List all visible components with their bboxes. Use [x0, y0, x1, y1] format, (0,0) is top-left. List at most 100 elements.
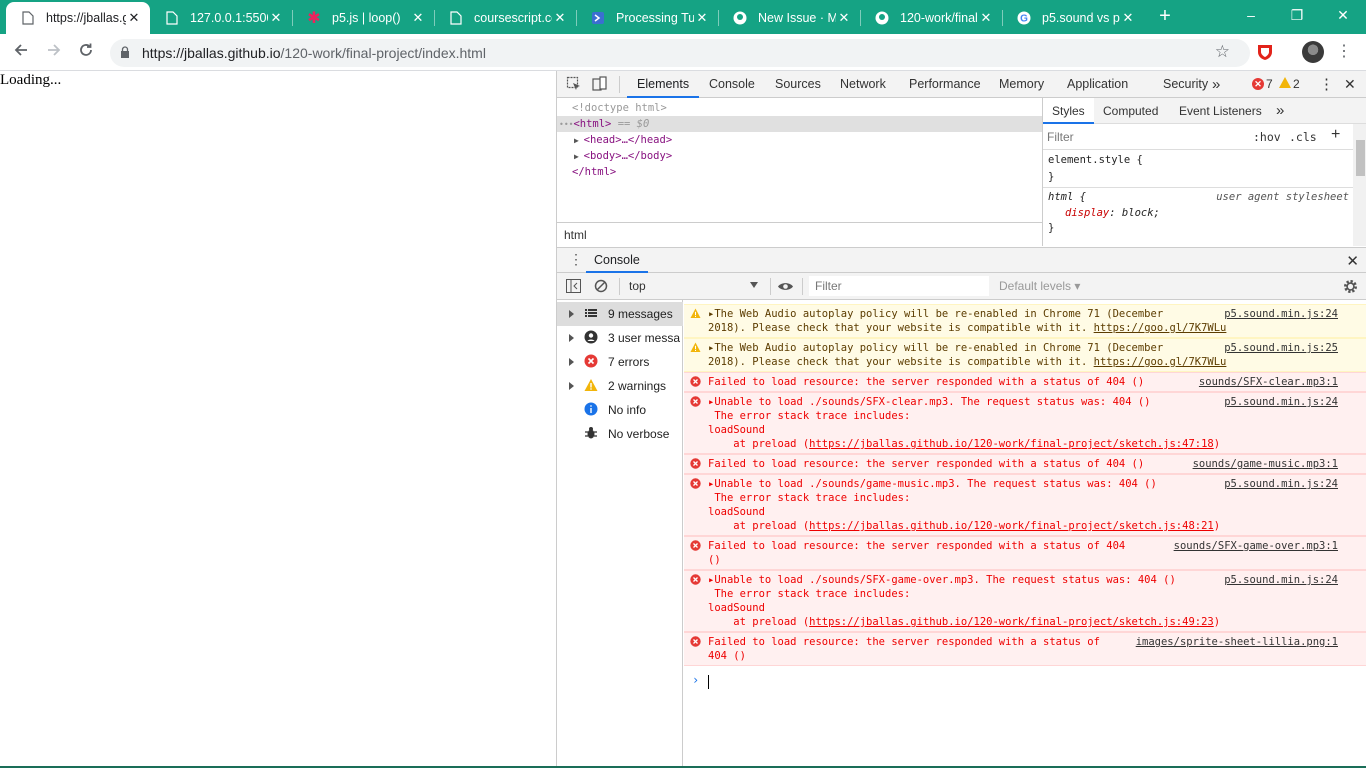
shield-extension-icon[interactable] [1255, 42, 1275, 62]
tab-console[interactable]: Console [709, 71, 755, 98]
close-window-button[interactable]: ✕ [1328, 4, 1358, 26]
html-close-node[interactable]: </html> [557, 164, 1042, 180]
console-warning-message[interactable]: ▸The Web Audio autoplay policy will be r… [684, 338, 1366, 372]
close-tab-icon[interactable]: ✕ [694, 10, 710, 26]
hov-toggle[interactable]: :hov [1253, 130, 1281, 144]
close-tab-icon[interactable]: ✕ [552, 10, 568, 26]
close-drawer-icon[interactable]: ✕ [1346, 252, 1359, 270]
profile-avatar[interactable] [1302, 41, 1324, 63]
sidebar-item-warnings[interactable]: 2 warnings [557, 374, 683, 398]
close-tab-icon[interactable]: ✕ [1120, 10, 1136, 26]
close-devtools-icon[interactable]: ✕ [1344, 71, 1356, 98]
tab-p5-loop[interactable]: ✱ p5.js | loop() ✕ [292, 2, 434, 34]
console-error-message[interactable]: Failed to load resource: the server resp… [684, 632, 1366, 666]
sidebar-item-user-messages[interactable]: 3 user messages [557, 326, 683, 350]
sidebar-item-errors[interactable]: 7 errors [557, 350, 683, 374]
expand-arrow-icon[interactable]: ▶ [574, 152, 584, 161]
styles-filter-input[interactable]: Filter [1047, 130, 1074, 144]
message-link[interactable]: https://jballas.github.io/120-work/final… [809, 438, 1214, 450]
console-error-message[interactable]: ▸Unable to load ./sounds/SFX-clear.mp3. … [684, 392, 1366, 454]
tab-memory[interactable]: Memory [999, 71, 1044, 98]
message-source-link[interactable]: sounds/SFX-game-over.mp3:1 [1174, 539, 1338, 553]
tab-sources[interactable]: Sources [775, 71, 821, 98]
message-link[interactable]: https://goo.gl/7K7WLu [1094, 322, 1227, 334]
console-error-message[interactable]: Failed to load resource: the server resp… [684, 454, 1366, 474]
warning-count[interactable]: 2 [1293, 71, 1300, 98]
tab-coursescript[interactable]: coursescript.com ✕ [434, 2, 576, 34]
message-source-link[interactable]: sounds/SFX-clear.mp3:1 [1199, 375, 1338, 389]
html-rule-selector[interactable]: html { [1048, 191, 1086, 203]
address-bar[interactable]: https://jballas.github.io/120-work/final… [110, 39, 1250, 67]
reload-button[interactable] [74, 41, 98, 65]
tab-p5-sound[interactable]: G p5.sound vs p5 ✕ [1002, 2, 1144, 34]
close-tab-icon[interactable]: ✕ [410, 10, 426, 26]
body-node[interactable]: ▶ <body>…</body> [557, 148, 1042, 164]
tab-network[interactable]: Network [840, 71, 886, 98]
message-source-link[interactable]: p5.sound.min.js:24 [1224, 573, 1338, 587]
console-warning-message[interactable]: ▸The Web Audio autoplay policy will be r… [684, 304, 1366, 338]
sidebar-item-verbose[interactable]: No verbose [557, 422, 683, 446]
sidebar-toggle-icon[interactable] [566, 279, 581, 293]
close-tab-icon[interactable]: ✕ [126, 10, 142, 26]
tab-event-listeners[interactable]: Event Listeners [1179, 98, 1262, 124]
console-error-message[interactable]: Failed to load resource: the server resp… [684, 536, 1366, 570]
console-error-message[interactable]: ▸Unable to load ./sounds/game-music.mp3.… [684, 474, 1366, 536]
back-button[interactable] [9, 41, 33, 65]
new-style-rule-icon[interactable]: + [1331, 126, 1340, 144]
error-count-icon[interactable]: ✕ [1252, 78, 1264, 90]
close-tab-icon[interactable]: ✕ [978, 10, 994, 26]
console-error-message[interactable]: Failed to load resource: the server resp… [684, 372, 1366, 392]
devtools-menu-icon[interactable]: ⋮ [1319, 71, 1334, 98]
warning-count-icon[interactable] [1279, 77, 1291, 88]
new-tab-button[interactable]: + [1155, 6, 1175, 26]
drawer-menu-icon[interactable]: ⋮ [569, 251, 583, 268]
error-count[interactable]: 7 [1266, 71, 1273, 98]
message-source-link[interactable]: p5.sound.min.js:24 [1224, 477, 1338, 491]
restore-button[interactable]: ❐ [1282, 4, 1312, 26]
message-link[interactable]: https://jballas.github.io/120-work/final… [809, 520, 1214, 532]
message-source-link[interactable]: p5.sound.min.js:24 [1224, 307, 1338, 321]
bookmark-star-icon[interactable]: ☆ [1215, 42, 1230, 62]
tab-localhost[interactable]: 127.0.0.1:5500/ ✕ [150, 2, 292, 34]
message-source-link[interactable]: images/sprite-sheet-lillia.png:1 [1136, 635, 1338, 649]
inspect-element-icon[interactable] [566, 76, 582, 92]
html-node[interactable]: •••<html> == $0 [557, 116, 1042, 132]
head-node[interactable]: ▶ <head>…</head> [557, 132, 1042, 148]
tab-performance[interactable]: Performance [909, 71, 981, 98]
message-link[interactable]: https://jballas.github.io/120-work/final… [809, 616, 1214, 628]
tab-security[interactable]: Security [1163, 71, 1208, 98]
console-error-message[interactable]: ▸Unable to load ./sounds/SFX-game-over.m… [684, 570, 1366, 632]
expand-arrow-icon[interactable]: ▶ [574, 136, 584, 145]
clear-console-icon[interactable] [594, 279, 608, 293]
gear-icon[interactable] [1343, 279, 1358, 294]
minimize-button[interactable]: – [1236, 4, 1266, 26]
forward-button[interactable] [42, 41, 66, 65]
expand-arrow-icon[interactable] [569, 310, 574, 318]
tab-application[interactable]: Application [1067, 71, 1128, 98]
log-levels-dropdown[interactable]: Default levels ▾ [999, 273, 1080, 300]
message-source-link[interactable]: p5.sound.min.js:24 [1224, 395, 1338, 409]
drawer-tab-console[interactable]: Console [586, 248, 648, 273]
expand-arrow-icon[interactable] [569, 382, 574, 390]
tab-120-work[interactable]: 120-work/final ✕ [860, 2, 1002, 34]
element-style-rule[interactable]: element.style { [1048, 154, 1143, 166]
close-tab-icon[interactable]: ✕ [836, 10, 852, 26]
expand-arrow-icon[interactable] [569, 358, 574, 366]
close-tab-icon[interactable]: ✕ [268, 10, 284, 26]
more-tabs-icon[interactable]: » [1276, 98, 1284, 124]
console-filter-input[interactable]: Filter [809, 276, 989, 296]
browser-menu-icon[interactable]: ⋮ [1336, 42, 1352, 62]
live-expression-eye-icon[interactable] [777, 281, 794, 292]
sidebar-item-info[interactable]: No info [557, 398, 683, 422]
message-source-link[interactable]: p5.sound.min.js:25 [1224, 341, 1338, 355]
tab-new-issue[interactable]: New Issue · Mo ✕ [718, 2, 860, 34]
cls-toggle[interactable]: .cls [1289, 130, 1317, 144]
breadcrumb-html[interactable]: html [564, 228, 587, 242]
styles-scrollbar[interactable] [1353, 124, 1366, 246]
console-prompt-input[interactable]: › [684, 670, 1366, 692]
more-tabs-icon[interactable]: » [1212, 71, 1220, 98]
scrollbar-thumb[interactable] [1356, 140, 1365, 176]
chevron-down-icon[interactable] [750, 282, 758, 288]
doctype-node[interactable]: <!doctype html> [557, 100, 1042, 116]
expand-arrow-icon[interactable] [569, 334, 574, 342]
